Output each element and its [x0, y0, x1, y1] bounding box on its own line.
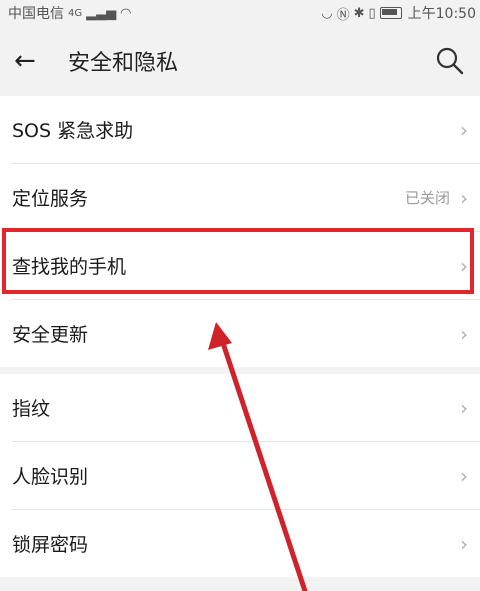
chevron-right-icon: ›	[460, 531, 468, 556]
status-bar: 中国电信 4G ▂▃▅ ◠ ◡ Ⓝ ✱ ▯ 上午10:50	[0, 0, 480, 26]
list-item-label: SOS 紧急求助	[12, 120, 134, 142]
signal-icon: ▂▃▅	[86, 5, 117, 21]
chevron-right-icon: ›	[460, 463, 468, 488]
list-item-sos[interactable]: SOS 紧急求助 ›	[0, 96, 480, 163]
carrier-label: 中国电信	[8, 6, 64, 22]
list-item-label: 定位服务	[12, 188, 89, 210]
list-item-lock-screen-password[interactable]: 锁屏密码 ›	[0, 510, 480, 577]
search-icon[interactable]	[434, 45, 466, 77]
back-arrow-icon[interactable]: ←	[14, 46, 54, 76]
chevron-right-icon: ›	[460, 395, 468, 420]
chevron-right-icon: ›	[460, 117, 468, 142]
list-item-location[interactable]: 定位服务 已关闭 ›	[0, 164, 480, 231]
settings-group-unlock: 指纹 › 人脸识别 › 锁屏密码 ›	[0, 374, 480, 577]
chevron-right-icon: ›	[460, 253, 468, 278]
app-bar: ← 安全和隐私	[0, 26, 480, 96]
chevron-right-icon: ›	[460, 321, 468, 346]
battery-icon	[379, 7, 402, 19]
vibrate-icon: ▯	[368, 5, 376, 21]
network-type-label: 4G	[68, 7, 83, 19]
list-item-fingerprint[interactable]: 指纹 ›	[0, 374, 480, 441]
list-item-label: 人脸识别	[12, 466, 89, 488]
list-item-find-my-phone[interactable]: 查找我的手机 ›	[0, 232, 480, 299]
list-item-label: 锁屏密码	[12, 534, 89, 556]
headphones-icon: ◡	[321, 5, 333, 21]
clock: 上午10:50	[407, 6, 476, 22]
list-item-security-update[interactable]: 安全更新 ›	[0, 300, 480, 367]
status-value: 已关闭	[404, 189, 450, 207]
wifi-icon: ◠	[120, 5, 132, 21]
list-item-label: 查找我的手机	[12, 256, 127, 278]
page-title: 安全和隐私	[68, 51, 179, 76]
chevron-right-icon: ›	[460, 185, 468, 210]
list-item-label: 指纹	[12, 398, 51, 420]
nfc-icon: Ⓝ	[336, 7, 350, 23]
list-item-label: 安全更新	[12, 324, 89, 346]
list-item-face-recognition[interactable]: 人脸识别 ›	[0, 442, 480, 509]
bluetooth-icon: ✱	[353, 5, 365, 21]
settings-group-security: SOS 紧急求助 › 定位服务 已关闭 › 查找我的手机 › 安全更新 ›	[0, 96, 480, 367]
